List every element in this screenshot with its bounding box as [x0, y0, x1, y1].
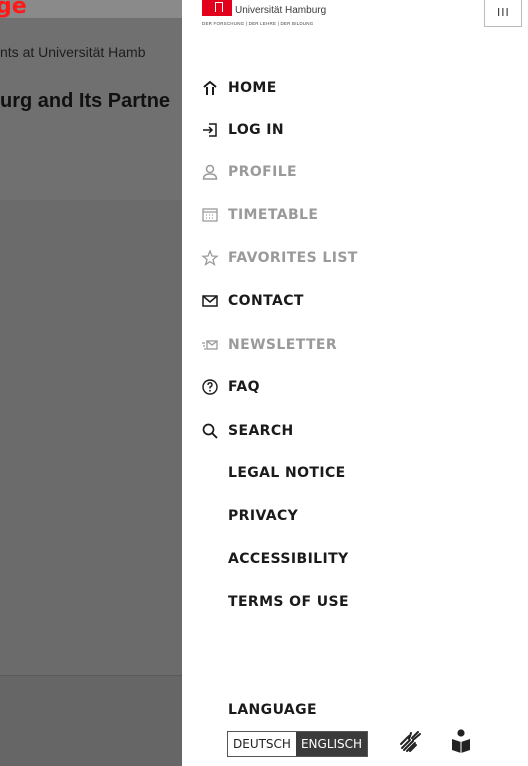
- background-banner-text: ge: [0, 0, 27, 19]
- background-footer: [0, 675, 182, 766]
- nav-item-label: FAVORITES LIST: [228, 250, 358, 266]
- home-icon: [200, 78, 220, 98]
- language-option-englisch[interactable]: ENGLISCH: [295, 732, 368, 756]
- nav-item-label: ACCESSIBILITY: [228, 551, 349, 567]
- nav-item-label: LOG IN: [228, 122, 285, 138]
- language-switcher: DEUTSCH ENGLISCH: [227, 731, 369, 757]
- nav-item-search[interactable]: SEARCH: [200, 419, 294, 443]
- nav-item-login[interactable]: LOG IN: [200, 118, 284, 142]
- search-icon: [200, 421, 220, 441]
- question-icon: [200, 377, 220, 397]
- nav-item-accessibility[interactable]: ACCESSIBILITY: [228, 547, 349, 571]
- nav-item-privacy[interactable]: PRIVACY: [228, 504, 298, 528]
- nav-item-label: TERMS OF USE: [228, 594, 349, 610]
- calendar-icon: [200, 205, 220, 225]
- nav-item-timetable[interactable]: TIMETABLE: [200, 203, 318, 227]
- send-mail-icon: [200, 335, 220, 355]
- nav-item-label: PRIVACY: [228, 508, 299, 524]
- nav-item-label: LEGAL NOTICE: [228, 465, 346, 481]
- menu-bars-icon: III: [497, 6, 510, 19]
- language-option-deutsch[interactable]: DEUTSCH: [228, 732, 296, 756]
- nav-item-legal-notice[interactable]: LEGAL NOTICE: [228, 461, 346, 485]
- language-heading: LANGUAGE: [228, 702, 317, 718]
- logo-name: Universität Hamburg: [235, 5, 327, 16]
- nav-item-label: SEARCH: [228, 423, 294, 439]
- nav-item-favorites[interactable]: FAVORITES LIST: [200, 246, 358, 270]
- nav-item-label: PROFILE: [228, 164, 297, 180]
- logo-tagline: DER FORSCHUNG | DER LEHRE | DER BILDUNG: [202, 21, 314, 26]
- background-title: urg and Its Partne: [0, 90, 171, 112]
- menu-close-button[interactable]: III: [484, 0, 522, 27]
- background-subtitle: nts at Universität Hamb: [0, 44, 146, 60]
- easy-language-icon[interactable]: [450, 728, 472, 754]
- background-page: ge nts at Universität Hamb urg and Its P…: [0, 0, 182, 766]
- nav-item-label: TIMETABLE: [228, 207, 319, 223]
- logo-emblem-icon: [202, 0, 232, 16]
- user-icon: [200, 162, 220, 182]
- star-icon: [200, 248, 220, 268]
- mail-icon: [200, 291, 220, 311]
- navigation-drawer: Universität Hamburg DER FORSCHUNG | DER …: [182, 0, 528, 766]
- nav-item-label: HOME: [228, 80, 277, 96]
- nav-item-label: FAQ: [228, 379, 260, 395]
- nav-item-label: NEWSLETTER: [228, 337, 338, 353]
- nav-item-contact[interactable]: CONTACT: [200, 289, 304, 313]
- nav-item-terms-of-use[interactable]: TERMS OF USE: [228, 590, 349, 614]
- background-banner: [0, 0, 182, 18]
- nav-item-newsletter[interactable]: NEWSLETTER: [200, 333, 337, 357]
- sign-language-icon[interactable]: [398, 728, 422, 754]
- login-icon: [200, 120, 220, 140]
- nav-item-profile[interactable]: PROFILE: [200, 160, 297, 184]
- nav-item-home[interactable]: HOME: [200, 76, 277, 100]
- nav-item-faq[interactable]: FAQ: [200, 375, 260, 399]
- nav-item-label: CONTACT: [228, 293, 304, 309]
